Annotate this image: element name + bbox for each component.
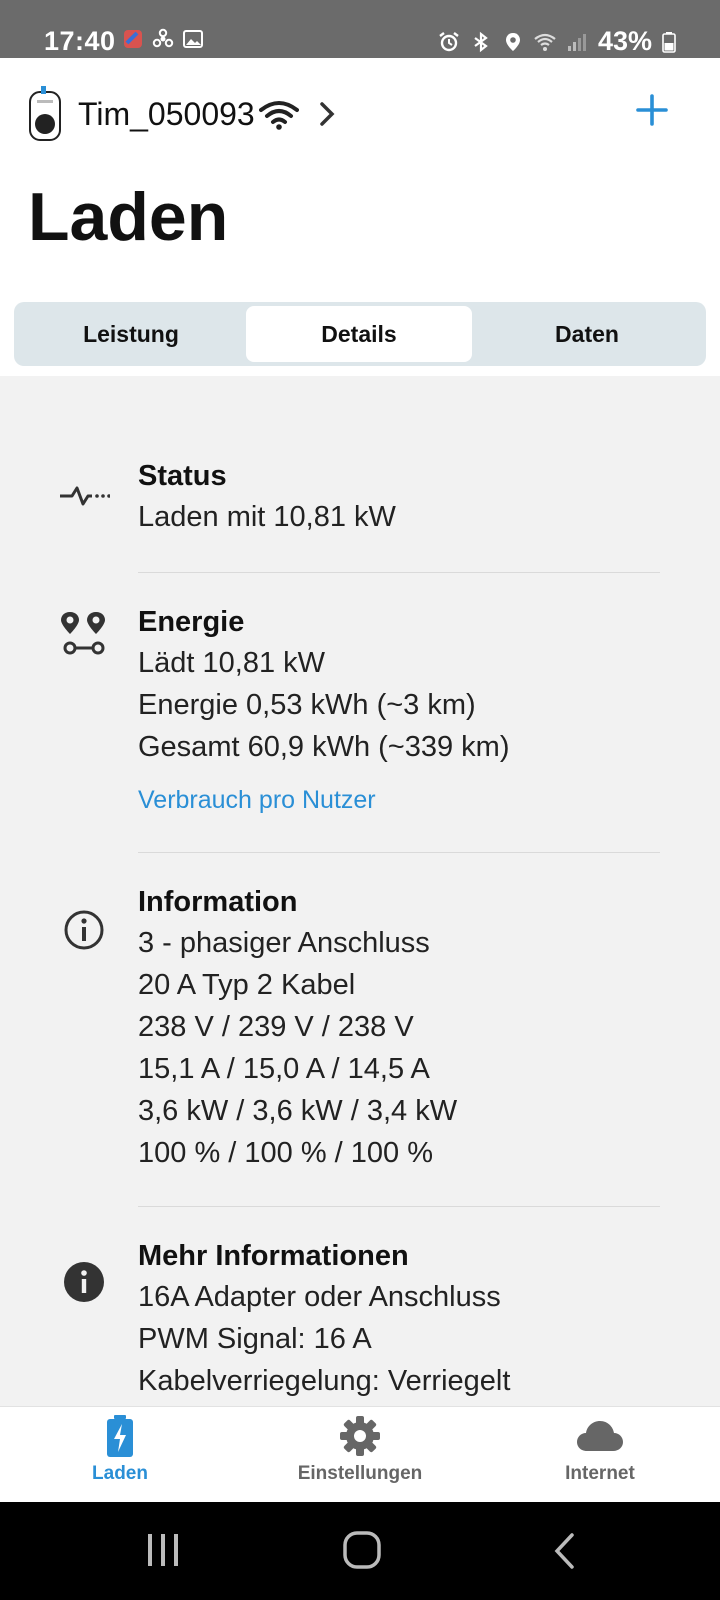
verbrauch-pro-nutzer-link[interactable]: Verbrauch pro Nutzer — [138, 780, 658, 820]
mehr-informationen-line: PWM Signal: 16 A — [138, 1323, 372, 1355]
energie-line: Energie 0,53 kWh (~3 km) — [138, 689, 476, 721]
information-line: 3,6 kW / 3,6 kW / 3,4 kW — [138, 1095, 458, 1127]
information-line: 100 % / 100 % / 100 % — [138, 1137, 434, 1169]
mehr-informationen-body: Mehr Informationen 16A Adapter oder Ansc… — [138, 1236, 658, 1402]
divider — [138, 572, 660, 573]
route-icon — [61, 612, 105, 655]
app-icon — [124, 30, 142, 48]
divider — [138, 852, 660, 853]
mehr-informationen-line: Kabelverriegelung: Verriegelt — [138, 1365, 511, 1397]
information-line: 20 A Typ 2 Kabel — [138, 969, 356, 1001]
page-title: Laden — [28, 179, 229, 255]
mehr-informationen-title: Mehr Informationen — [138, 1240, 409, 1272]
cloud-icon — [577, 1421, 623, 1451]
segmented-tabs: Leistung Details Daten — [14, 302, 706, 366]
energie-title: Energie — [138, 606, 245, 638]
device-selector[interactable]: Tim_050093 — [28, 86, 339, 142]
pulse-icon — [60, 486, 110, 506]
status-time: 17:40 — [44, 26, 116, 56]
nav-laden-label: Laden — [92, 1463, 148, 1484]
divider — [138, 1206, 660, 1207]
bottom-nav: Laden Einstellungen Internet — [0, 1406, 720, 1503]
device-name: Tim_050093 — [78, 95, 255, 132]
information-title: Information — [138, 886, 298, 918]
nav-internet-label: Internet — [565, 1463, 635, 1484]
image-icon — [183, 30, 203, 48]
info-outline-icon — [64, 910, 104, 950]
notification-icons — [122, 28, 204, 50]
alarm-icon — [439, 31, 459, 51]
information-body: Information 3 - phasiger Anschluss 20 A … — [138, 882, 658, 1174]
energie-line: Lädt 10,81 kW — [138, 647, 325, 679]
system-icons: 43% — [438, 26, 676, 57]
nav-laden[interactable]: Laden — [20, 1415, 220, 1485]
recent-apps-icon[interactable] — [146, 1532, 180, 1568]
nav-einstellungen-label: Einstellungen — [297, 1463, 423, 1484]
chevron-right-icon — [319, 102, 335, 126]
details-content[interactable]: Status Laden mit 10,81 kW Energie Lädt 1… — [0, 376, 720, 1406]
information-line: 3 - phasiger Anschluss — [138, 927, 430, 959]
home-icon[interactable] — [342, 1530, 382, 1570]
information-line: 238 V / 239 V / 238 V — [138, 1011, 414, 1043]
wifi-strength-icon — [258, 101, 299, 130]
wifi-icon — [534, 33, 556, 51]
app-header: Tim_050093 Laden Leistung Details Daten — [0, 58, 720, 376]
battery-charging-icon — [107, 1415, 133, 1457]
energie-line: Gesamt 60,9 kWh (~339 km) — [138, 731, 510, 763]
tab-leistung[interactable]: Leistung — [18, 306, 244, 362]
signal-icon — [567, 33, 586, 51]
info-filled-icon — [64, 1262, 104, 1302]
nav-internet[interactable]: Internet — [500, 1415, 700, 1485]
status-line: Laden mit 10,81 kW — [138, 501, 396, 533]
status-title: Status — [138, 460, 227, 492]
system-navigation-bar — [0, 1502, 720, 1600]
information-line: 15,1 A / 15,0 A / 14,5 A — [138, 1053, 430, 1085]
location-icon — [505, 32, 520, 51]
tab-daten[interactable]: Daten — [474, 306, 700, 362]
energie-body: Energie Lädt 10,81 kW Energie 0,53 kWh (… — [138, 602, 658, 820]
bluetooth-icon — [474, 31, 488, 52]
status-body: Status Laden mit 10,81 kW — [138, 456, 658, 538]
add-icon[interactable] — [632, 90, 672, 130]
fan-icon — [152, 28, 174, 48]
gear-icon — [340, 1416, 380, 1456]
mehr-informationen-line: 16A Adapter oder Anschluss — [138, 1281, 501, 1313]
battery-percent: 43% — [597, 26, 652, 56]
tab-details[interactable]: Details — [246, 306, 472, 362]
charger-device-icon — [29, 86, 61, 141]
battery-icon — [662, 31, 676, 53]
back-icon[interactable] — [552, 1532, 578, 1570]
status-bar: 17:40 43% — [0, 0, 720, 58]
nav-einstellungen[interactable]: Einstellungen — [260, 1415, 460, 1485]
